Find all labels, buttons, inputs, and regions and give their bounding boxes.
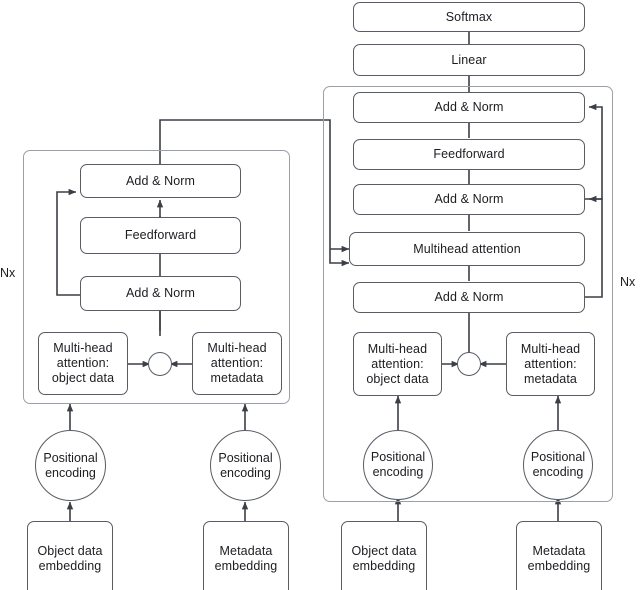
encoder-metadata-embedding[interactable]: Metadata embedding xyxy=(203,521,289,590)
decoder-multihead-attention-object-data[interactable]: Multi-head attention: object data xyxy=(353,332,442,396)
encoder-add-norm-bottom[interactable]: Add & Norm xyxy=(80,276,241,311)
encoder-multihead-attention-metadata[interactable]: Multi-head attention: metadata xyxy=(192,332,282,395)
encoder-repeat-label: Nx xyxy=(0,266,16,280)
decoder-multihead-attention[interactable]: Multihead attention xyxy=(349,232,585,266)
decoder-add-norm-top[interactable]: Add & Norm xyxy=(353,92,585,123)
encoder-add-norm-top[interactable]: Add & Norm xyxy=(80,164,241,198)
encoder-multihead-attention-object-data[interactable]: Multi-head attention: object data xyxy=(38,332,128,395)
decoder-multihead-attention-metadata[interactable]: Multi-head attention: metadata xyxy=(506,332,595,396)
decoder-feedforward[interactable]: Feedforward xyxy=(353,139,585,170)
decoder-repeat-label: Nx xyxy=(620,275,636,289)
decoder-add-norm-mid[interactable]: Add & Norm xyxy=(353,184,585,215)
encoder-feedforward[interactable]: Feedforward xyxy=(80,217,241,254)
decoder-sum-junction-icon xyxy=(457,352,481,376)
encoder-positional-encoding-object-data[interactable]: Positional encoding xyxy=(35,430,106,501)
decoder-positional-encoding-metadata[interactable]: Positional encoding xyxy=(523,430,593,500)
architecture-diagram: Nx Add & Norm Feedforward Add & Norm Mul… xyxy=(0,0,640,590)
decoder-add-norm-bottom[interactable]: Add & Norm xyxy=(353,282,585,313)
encoder-object-data-embedding[interactable]: Object data embedding xyxy=(27,521,113,590)
decoder-metadata-embedding[interactable]: Metadata embedding xyxy=(516,521,602,590)
softmax-output[interactable]: Softmax xyxy=(353,2,585,32)
decoder-positional-encoding-object-data[interactable]: Positional encoding xyxy=(363,430,433,500)
encoder-positional-encoding-metadata[interactable]: Positional encoding xyxy=(210,430,281,501)
decoder-object-data-embedding[interactable]: Object data embedding xyxy=(341,521,427,590)
linear-layer[interactable]: Linear xyxy=(353,44,585,76)
encoder-sum-junction-icon xyxy=(148,352,172,376)
